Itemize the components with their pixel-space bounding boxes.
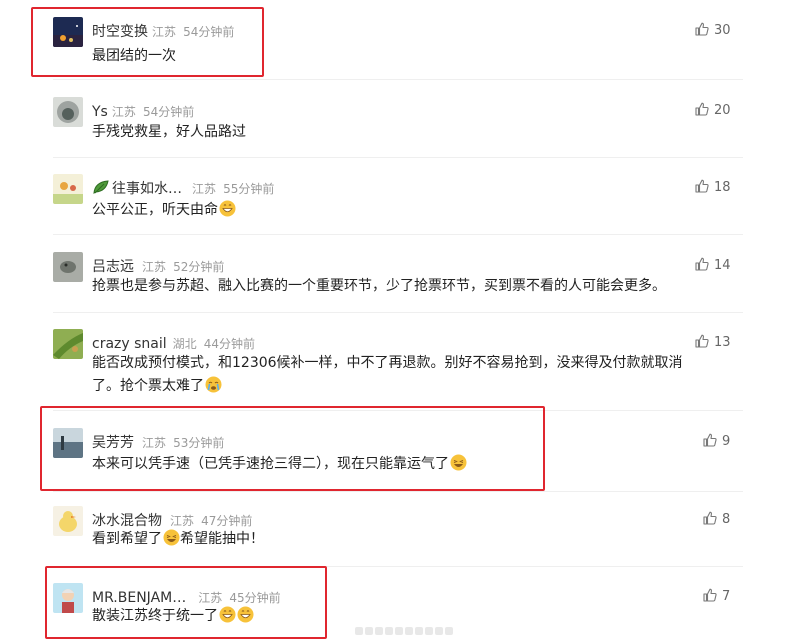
- comment-text: 本来可以凭手速（已凭手速抢三得二），现在只能靠运气了: [92, 453, 732, 476]
- lake-avatar-icon: [53, 428, 83, 458]
- avatar[interactable]: [53, 329, 83, 359]
- like-count: 30: [714, 23, 731, 38]
- comment-text: 公平公正，听天由命: [92, 199, 732, 222]
- location: 江苏: [111, 105, 136, 119]
- divider: [53, 566, 743, 567]
- crying-emoji-icon: [205, 376, 222, 393]
- like-button[interactable]: 9: [703, 432, 730, 452]
- comment-text-part: 公平公正，听天由命: [92, 202, 218, 218]
- username[interactable]: MR.BENJAM…: [92, 590, 186, 606]
- comment-text-part: 了。抢个票太难了: [92, 378, 204, 394]
- timestamp: 54分钟前: [183, 25, 235, 39]
- location: 湖北: [172, 337, 197, 351]
- comment-text-line: 能否改成预付模式，和12306候补一样，中不了再退款。别好不容易抢到，没来得及付…: [92, 355, 683, 371]
- like-button[interactable]: 8: [703, 510, 730, 530]
- grin-emoji-icon: [219, 200, 236, 217]
- comment-text-part: 本来可以凭手速（已凭手速抢三得二），现在只能靠运气了: [92, 456, 449, 472]
- location: 江苏: [152, 25, 177, 39]
- comment-text: 最团结的一次: [92, 48, 176, 64]
- comment-text: 抢票也是参与苏超、融入比赛的一个重要环节，少了抢票环节，买到票不看的人可能会更多…: [92, 278, 666, 294]
- thumbs-up-icon: [703, 433, 717, 447]
- like-button[interactable]: 7: [703, 587, 730, 607]
- username[interactable]: 吴芳芳: [92, 435, 134, 451]
- like-button[interactable]: 14: [695, 256, 731, 276]
- like-count: 13: [714, 335, 731, 350]
- username[interactable]: Ys: [92, 104, 108, 120]
- watermark: [0, 612, 797, 642]
- like-button[interactable]: 18: [695, 178, 731, 198]
- comment-text: 能否改成预付模式，和12306候补一样，中不了再退款。别好不容易抢到，没来得及付…: [92, 352, 752, 398]
- like-count: 8: [722, 512, 731, 527]
- like-count: 7: [722, 589, 731, 604]
- flower-avatar-icon: [53, 174, 83, 204]
- timestamp: 54分钟前: [142, 105, 195, 119]
- timestamp: 45分钟前: [229, 591, 281, 605]
- avatar[interactable]: [53, 583, 83, 613]
- location: 江苏: [142, 260, 167, 274]
- like-button[interactable]: 20: [695, 101, 731, 121]
- username[interactable]: 时空变换: [92, 24, 148, 40]
- divider: [53, 157, 743, 158]
- comment-text-part: 看到希望了: [92, 531, 162, 547]
- username[interactable]: crazy snail: [92, 336, 167, 352]
- location: 江苏: [170, 514, 195, 528]
- duck-avatar-icon: [53, 506, 83, 536]
- like-count: 9: [722, 434, 731, 449]
- thumbs-up-icon: [695, 102, 709, 116]
- divider: [53, 312, 743, 313]
- divider: [53, 79, 743, 80]
- username[interactable]: 往事如水…: [112, 181, 182, 197]
- divider: [53, 234, 743, 235]
- like-count: 18: [714, 180, 731, 195]
- avatar[interactable]: [53, 97, 83, 127]
- avatar[interactable]: [53, 17, 83, 47]
- avatar[interactable]: [53, 252, 83, 282]
- like-count: 14: [714, 258, 731, 273]
- thumbs-up-icon: [703, 511, 717, 525]
- timestamp: 52分钟前: [173, 260, 225, 274]
- avatar[interactable]: [53, 428, 83, 458]
- green-leaf-avatar-icon: [53, 329, 83, 359]
- night-city-avatar-icon: [53, 17, 83, 47]
- like-count: 20: [714, 103, 731, 118]
- gray-animal-avatar-icon: [53, 252, 83, 282]
- timestamp: 47分钟前: [201, 514, 253, 528]
- leaf-icon: [93, 180, 109, 194]
- timestamp: 53分钟前: [173, 436, 225, 450]
- laughing-emoji-icon: [450, 454, 467, 471]
- laughing-emoji-icon: [163, 529, 180, 546]
- comment-text: 手残党救星，好人品路过: [92, 124, 246, 140]
- comment-text-part: 希望能抽中！: [180, 531, 264, 547]
- location: 江苏: [198, 591, 223, 605]
- divider: [53, 491, 743, 492]
- divider: [53, 410, 743, 411]
- thumbs-up-icon: [695, 179, 709, 193]
- username[interactable]: 冰水混合物: [92, 513, 162, 529]
- timestamp: 44分钟前: [203, 337, 256, 351]
- thumbs-up-icon: [703, 588, 717, 602]
- username[interactable]: 吕志远: [92, 259, 134, 275]
- comment-text: 看到希望了 希望能抽中！: [92, 528, 732, 551]
- thumbs-up-icon: [695, 22, 709, 36]
- thumbs-up-icon: [695, 334, 709, 348]
- avatar[interactable]: [53, 174, 83, 204]
- like-button[interactable]: 30: [695, 21, 731, 41]
- comment-text-line: 了。抢个票太难了: [92, 375, 752, 398]
- timestamp: 55分钟前: [223, 182, 275, 196]
- gray-fluffy-avatar-icon: [53, 97, 83, 127]
- thumbs-up-icon: [695, 257, 709, 271]
- location: 江苏: [142, 436, 167, 450]
- location: 江苏: [192, 182, 217, 196]
- like-button[interactable]: 13: [695, 333, 731, 353]
- cartoon-person-avatar-icon: [53, 583, 83, 613]
- avatar[interactable]: [53, 506, 83, 536]
